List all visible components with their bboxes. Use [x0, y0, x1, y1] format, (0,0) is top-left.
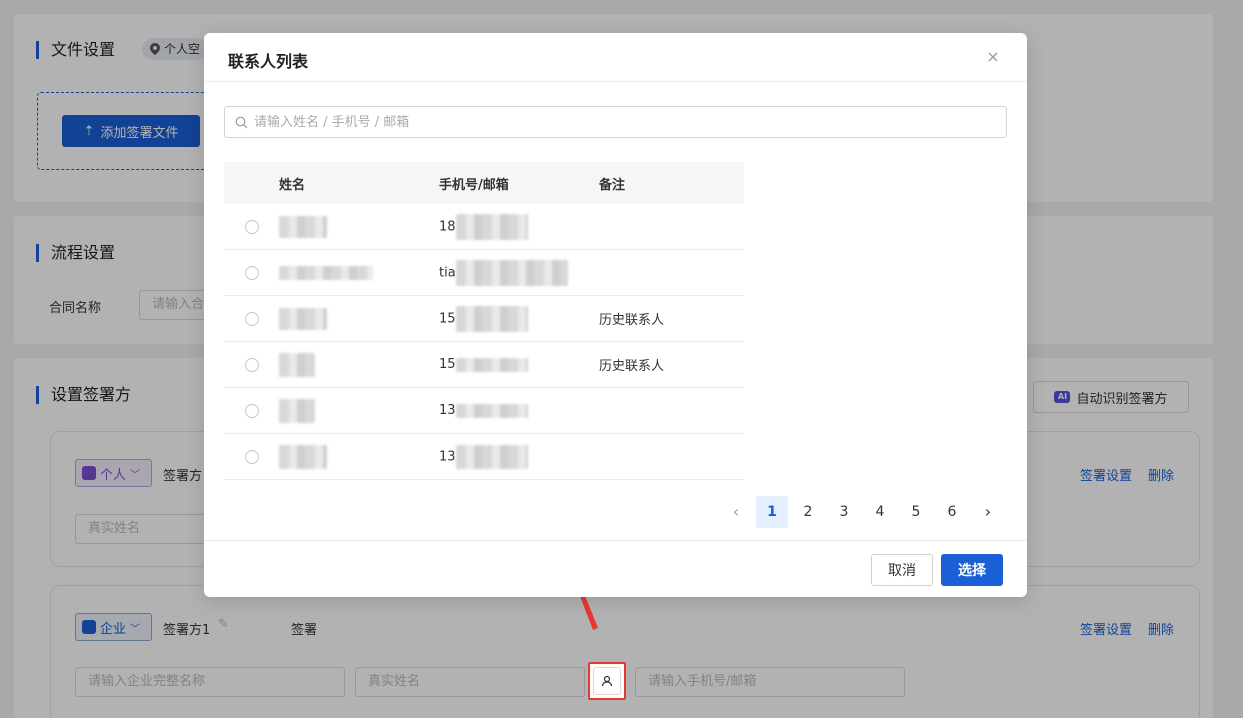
redacted-phone	[455, 444, 528, 469]
phone-prefix: tia	[439, 265, 456, 280]
row-radio[interactable]	[244, 219, 259, 234]
row-radio[interactable]	[244, 265, 259, 280]
page-3-button[interactable]: 3	[828, 496, 860, 528]
redacted-name	[279, 444, 327, 469]
phone-prefix: 15	[439, 357, 456, 372]
redacted-phone	[455, 259, 568, 286]
redacted-phone	[455, 403, 528, 418]
redacted-phone	[455, 305, 528, 332]
page-5-button[interactable]: 5	[900, 496, 932, 528]
phone-prefix: 15	[439, 311, 456, 326]
table-header: 姓名 手机号/邮箱 备注	[224, 162, 744, 204]
column-header-phone: 手机号/邮箱	[439, 177, 509, 193]
row-radio[interactable]	[244, 403, 259, 418]
row-radio[interactable]	[244, 449, 259, 464]
search-icon	[235, 116, 248, 128]
table-row[interactable]: 18	[224, 204, 744, 250]
redacted-name	[279, 215, 327, 238]
redacted-phone	[455, 357, 528, 372]
phone-prefix: 18	[439, 219, 456, 234]
cancel-button[interactable]: 取消	[871, 554, 933, 586]
column-header-note: 备注	[599, 177, 626, 193]
contact-search-input[interactable]	[254, 114, 974, 130]
close-icon[interactable]: ×	[983, 47, 1003, 67]
modal-footer: 取消 选择	[204, 540, 1027, 597]
contact-picker-highlight	[588, 662, 626, 700]
table-row[interactable]: tia	[224, 250, 744, 296]
user-icon	[601, 675, 613, 687]
pagination: ‹ 1 2 3 4 5 6 ›	[720, 496, 1004, 528]
table-row[interactable]: 15 历史联系人	[224, 342, 744, 388]
select-button[interactable]: 选择	[941, 554, 1003, 586]
contact-list-modal: 联系人列表 × 姓名 手机号/邮箱 备注 18 tia 15	[204, 33, 1027, 597]
contact-search-box[interactable]	[224, 106, 1007, 138]
table-row[interactable]: 13	[224, 388, 744, 434]
redacted-phone	[455, 213, 528, 240]
table-row[interactable]: 13	[224, 434, 744, 480]
row-radio[interactable]	[244, 311, 259, 326]
phone-prefix: 13	[439, 403, 456, 418]
page-2-button[interactable]: 2	[792, 496, 824, 528]
modal-header: 联系人列表 ×	[204, 33, 1027, 82]
redacted-name	[279, 398, 315, 423]
redacted-name	[279, 265, 373, 280]
row-radio[interactable]	[244, 357, 259, 372]
prev-page-icon[interactable]: ‹	[720, 496, 752, 528]
page-6-button[interactable]: 6	[936, 496, 968, 528]
contact-picker-button[interactable]	[593, 667, 621, 695]
next-page-icon[interactable]: ›	[972, 496, 1004, 528]
page-4-button[interactable]: 4	[864, 496, 896, 528]
note-cell: 历史联系人	[599, 359, 665, 374]
contact-table: 姓名 手机号/邮箱 备注 18 tia 15 历史联系人 15 历史联系人 13…	[224, 162, 744, 480]
modal-title: 联系人列表	[228, 52, 309, 71]
table-row[interactable]: 15 历史联系人	[224, 296, 744, 342]
phone-prefix: 13	[439, 449, 456, 464]
page-1-button[interactable]: 1	[756, 496, 788, 528]
column-header-name: 姓名	[279, 177, 306, 193]
note-cell: 历史联系人	[599, 313, 665, 328]
redacted-name	[279, 307, 327, 330]
redacted-name	[279, 352, 315, 377]
